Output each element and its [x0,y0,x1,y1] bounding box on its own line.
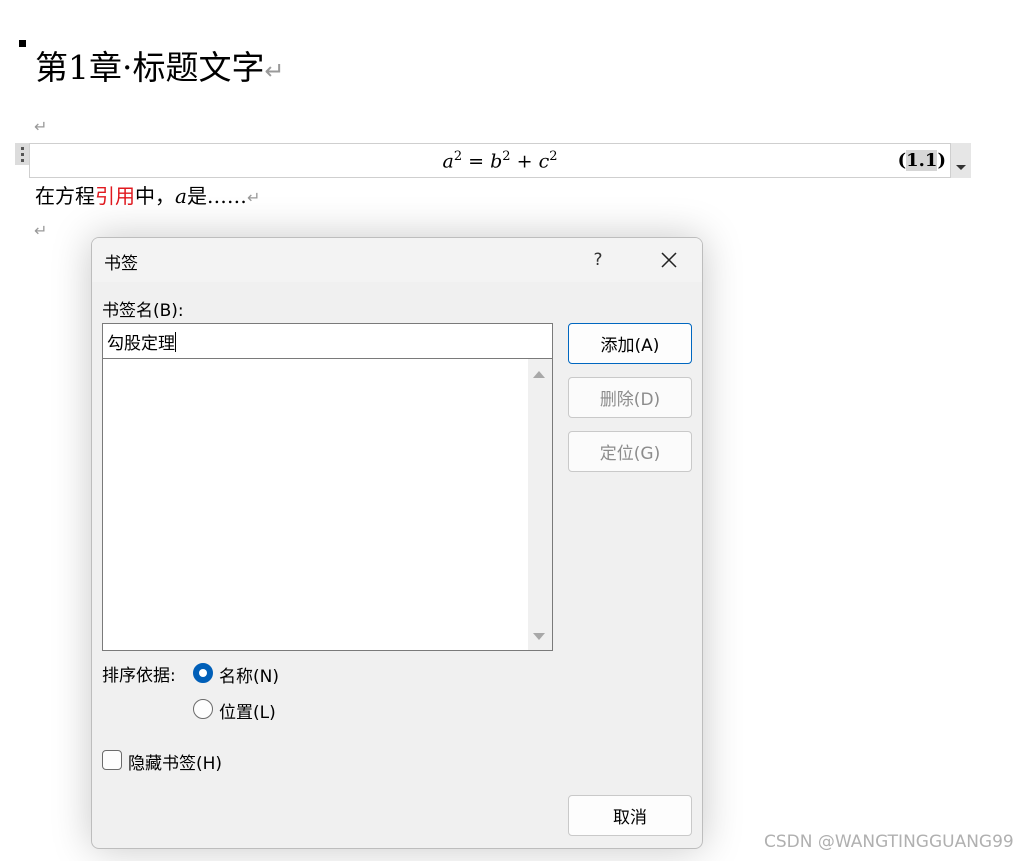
body-paragraph[interactable]: 在方程引用中，a是……↵ [35,181,260,213]
delete-button[interactable]: 删除(D) [568,377,692,418]
close-icon [661,252,677,268]
sort-by-location-radio[interactable] [193,699,213,719]
empty-paragraph-mark: ↵ [34,117,48,136]
bookmark-name-input[interactable]: 勾股定理 [102,323,553,359]
heading-text: 第1章·标题文字 [35,48,265,87]
equation-number: (1.1) [897,150,946,171]
cross-reference-text: 引用 [95,184,135,208]
paragraph-mark-icon: ↵ [246,188,261,207]
close-button[interactable] [647,244,691,276]
paragraph-anchor-mark [19,40,26,47]
dialog-title: 书签 [104,254,138,274]
cancel-button[interactable]: 取消 [568,795,692,836]
text-caret [175,332,176,352]
sort-by-label: 排序依据: [102,666,176,686]
equation-box[interactable]: a2 = b2 + c2 (1.1) [29,143,971,178]
add-button[interactable]: 添加(A) [568,323,692,364]
empty-paragraph-mark: ↵ [34,221,48,240]
bookmark-list[interactable] [102,359,553,651]
chapter-heading[interactable]: 第1章·标题文字↵ [35,44,285,95]
sort-by-name-radio[interactable] [193,663,213,683]
scrollbar[interactable] [528,359,552,650]
equation-formula: a2 = b2 + c2 [442,149,558,173]
drag-handle-icon[interactable] [15,143,29,165]
hidden-bookmarks-checkbox[interactable] [102,750,122,770]
watermark: CSDN @WANGTINGGUANG99 [764,832,1014,852]
hidden-bookmarks-label[interactable]: 隐藏书签(H) [128,749,222,774]
sort-by-location-label[interactable]: 位置(L) [219,698,276,723]
bookmark-dialog: 书签 ? 书签名(B): 勾股定理 添加(A) 删除(D) 定位(G) 排序依据… [91,237,703,849]
scroll-up-icon[interactable] [533,371,545,378]
dialog-titlebar[interactable]: 书签 ? [92,238,702,282]
scroll-down-icon[interactable] [533,633,545,640]
bookmark-name-label: 书签名(B): [102,301,184,321]
paragraph-mark-icon: ↵ [264,57,285,85]
sort-by-name-label[interactable]: 名称(N) [219,662,279,687]
goto-button[interactable]: 定位(G) [568,431,692,472]
dropdown-arrow-icon[interactable] [950,143,971,178]
help-button[interactable]: ? [580,244,616,276]
